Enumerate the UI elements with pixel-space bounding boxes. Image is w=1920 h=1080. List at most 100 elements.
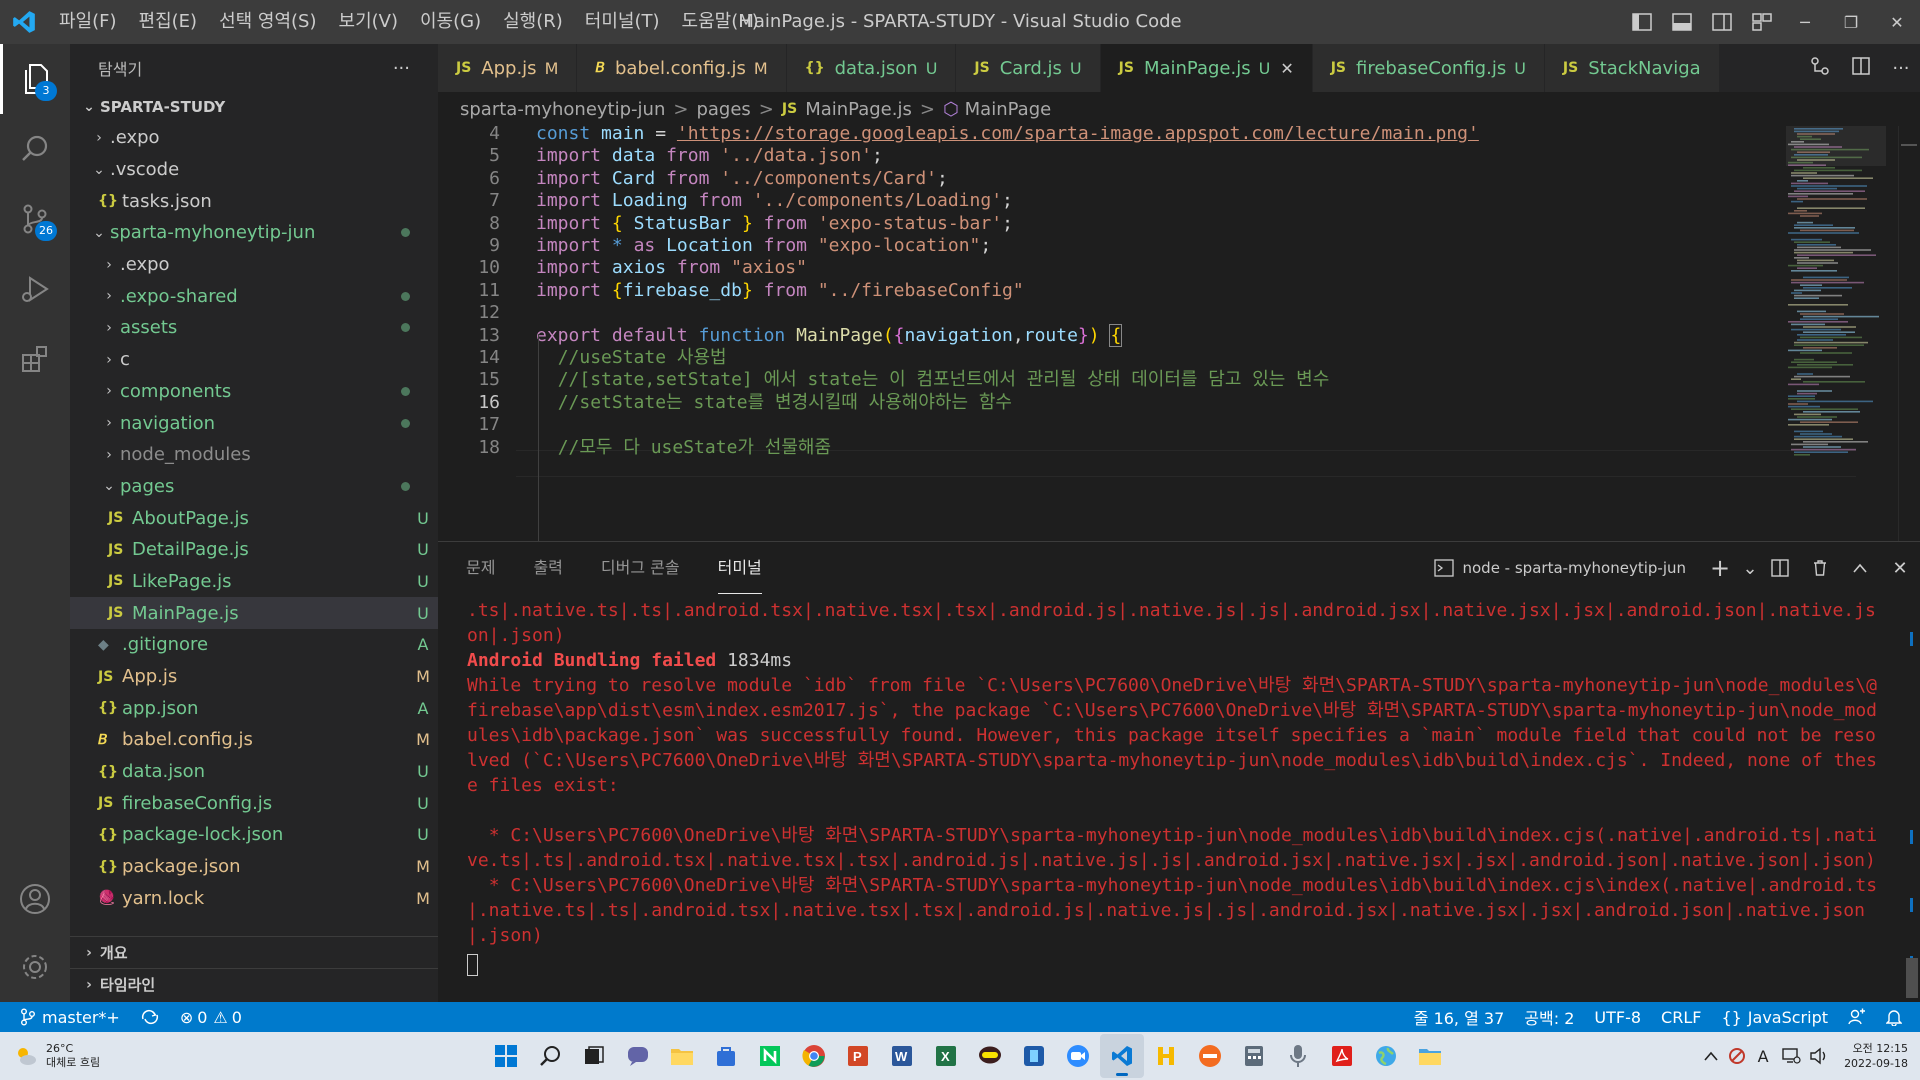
breadcrumb-folder-pages[interactable]: pages [696,99,750,120]
breadcrumb-symbol[interactable]: MainPage [965,99,1052,120]
encoding[interactable]: UTF-8 [1584,1002,1651,1032]
restore-button[interactable]: ❐ [1828,0,1874,44]
tree-folder[interactable]: › components [70,376,438,408]
tree-file[interactable]: JS LikePage.js U [70,566,438,598]
taskbar-search-button[interactable] [528,1034,572,1078]
manage-activity-button[interactable] [0,932,70,1002]
excel-app[interactable]: X [924,1034,968,1078]
new-terminal-icon[interactable]: + [1700,546,1740,590]
tree-file[interactable]: 𝘉babel.config.js M [70,724,438,756]
edu-app[interactable] [1012,1034,1056,1078]
chevron-down-icon[interactable]: ⌄ [1740,546,1760,590]
trash-icon[interactable] [1800,546,1840,590]
weather-widget[interactable]: 26°C 대체로 흐림 [14,1032,100,1080]
show-hidden-icons-icon[interactable] [1698,1034,1724,1078]
hancom-app[interactable] [1144,1034,1188,1078]
customize-layout-icon[interactable] [1742,0,1782,44]
editor-tab[interactable]: JS Card.js U [956,44,1101,92]
panel-tab[interactable]: 터미널 [717,542,762,594]
tree-folder[interactable]: › node_modules [70,439,438,471]
close-tab-icon[interactable]: ✕ [1280,59,1293,78]
timeline-section[interactable]: › 타임라인 [70,968,438,1000]
zoom-app[interactable] [1056,1034,1100,1078]
notifications-icon[interactable] [1876,1002,1920,1032]
kakaotalk-app[interactable] [968,1034,1012,1078]
outline-section[interactable]: › 개요 [70,936,438,968]
terminal-scrollbar[interactable] [1906,598,1920,998]
workspace-root[interactable]: ⌄ SPARTA-STUDY [70,92,438,122]
powerpoint-app[interactable]: P [836,1034,880,1078]
explorer-more-button[interactable]: ··· [393,58,410,79]
explorer-activity-button[interactable]: 3 [0,44,70,114]
maximize-panel-icon[interactable] [1840,546,1880,590]
tree-file[interactable]: {} app.json A [70,692,438,724]
menu-item[interactable]: 이동(G) [409,0,492,44]
feedback-icon[interactable] [1838,1002,1876,1032]
start-button[interactable] [484,1034,528,1078]
tree-file[interactable]: {} data.json U [70,756,438,788]
terminal-output[interactable]: .ts|.native.ts|.ts|.android.tsx|.native.… [467,598,1879,948]
end-of-line[interactable]: CRLF [1651,1002,1711,1032]
tree-file[interactable]: JS DetailPage.js U [70,534,438,566]
editor-scrollbar[interactable] [1898,126,1920,541]
minimap[interactable] [1786,126,1886,541]
editor-tab[interactable]: {} data.json U [786,44,957,92]
minimize-button[interactable]: ─ [1782,0,1828,44]
close-panel-icon[interactable]: ✕ [1880,546,1920,590]
extensions-activity-button[interactable] [0,324,70,394]
tree-file[interactable]: ◆ .gitignore A [70,629,438,661]
tree-folder[interactable]: ⌄ .vscode [70,154,438,186]
tree-file[interactable]: {} tasks.json [70,185,438,217]
search-activity-button[interactable] [0,114,70,184]
chrome-app[interactable] [792,1034,836,1078]
security-icon[interactable] [1724,1034,1750,1078]
microphone-app[interactable] [1276,1034,1320,1078]
toggle-primary-sidebar-icon[interactable] [1622,0,1662,44]
file-explorer-app[interactable] [660,1034,704,1078]
open-changes-icon[interactable] [1810,56,1830,81]
tree-folder[interactable]: ⌄ sparta-myhoneytip-jun [70,217,438,249]
panel-tab[interactable]: 출력 [533,542,562,594]
tree-file[interactable]: JS App.js M [70,661,438,693]
tree-folder[interactable]: › .expo-shared [70,280,438,312]
vscode-logo-icon[interactable] [0,0,48,44]
language-mode[interactable]: {} JavaScript [1711,1002,1838,1032]
accounts-activity-button[interactable] [0,864,70,934]
editor-tab[interactable]: JS firebaseConfig.js U [1312,44,1545,92]
tree-file[interactable]: 🧶 yarn.lock M [70,883,438,915]
tree-folder[interactable]: › c [70,344,438,376]
tree-folder[interactable]: › .expo [70,122,438,154]
task-view-button[interactable] [572,1034,616,1078]
tree-file[interactable]: JS AboutPage.js U [70,502,438,534]
git-branch[interactable]: master*+ [0,1002,130,1032]
teams-chat-app[interactable] [616,1034,660,1078]
menu-item[interactable]: 선택 영역(S) [208,0,327,44]
editor-tab[interactable]: 𝘉babel.config.js M [577,44,787,92]
cursor-position[interactable]: 줄 16, 열 37 [1404,1002,1515,1032]
toggle-secondary-sidebar-icon[interactable] [1702,0,1742,44]
tree-folder[interactable]: ⌄ pages [70,471,438,503]
tree-folder[interactable]: › navigation [70,407,438,439]
menu-item[interactable]: 실행(R) [492,0,574,44]
ime-indicator[interactable]: A [1750,1034,1776,1078]
editor-tab[interactable]: JS App.js M [438,44,578,92]
code-editor[interactable]: 4 const main = 'https://storage.googleapi… [438,126,1920,541]
tree-file[interactable]: JS firebaseConfig.js U [70,787,438,819]
naver-app[interactable] [748,1034,792,1078]
editor-more-icon[interactable]: ··· [1892,58,1909,79]
menu-item[interactable]: 편집(E) [128,0,209,44]
source-control-activity-button[interactable]: 26 [0,184,70,254]
indentation[interactable]: 공백: 2 [1514,1002,1584,1032]
split-editor-icon[interactable] [1851,56,1871,81]
store-app[interactable] [704,1034,748,1078]
calculator-app[interactable] [1232,1034,1276,1078]
menu-item[interactable]: 도움말(H) [671,0,770,44]
menu-item[interactable]: 터미널(T) [574,0,671,44]
close-window-button[interactable]: ✕ [1874,0,1920,44]
system-clock[interactable]: 오전 12:15 2022-09-18 [1832,1041,1920,1071]
tree-file[interactable]: JS MainPage.js U [70,597,438,629]
menu-item[interactable]: 보기(V) [328,0,409,44]
run-debug-activity-button[interactable] [0,254,70,324]
panel-tab[interactable]: 디버그 콘솔 [601,542,680,594]
menu-item[interactable]: 파일(F) [48,0,128,44]
